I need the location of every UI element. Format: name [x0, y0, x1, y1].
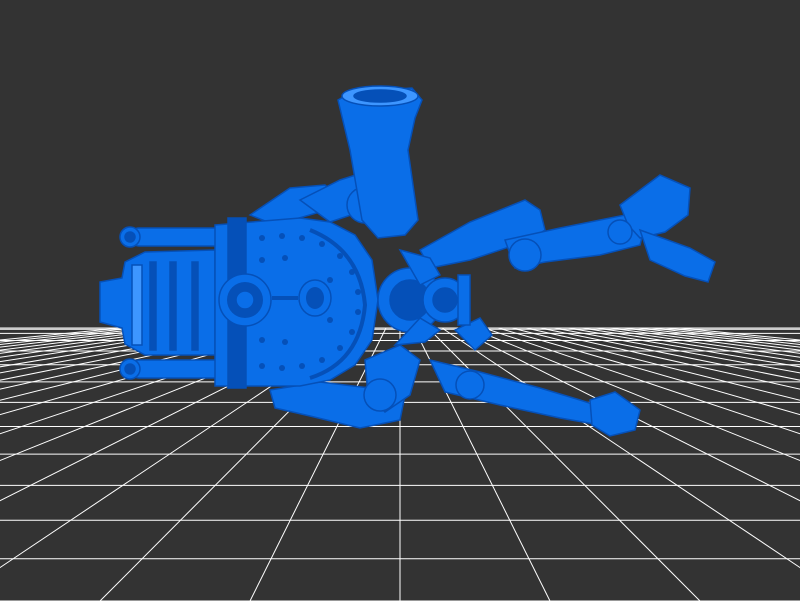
3d-viewport[interactable]	[0, 0, 800, 601]
rivet	[279, 233, 285, 239]
rivet	[282, 255, 288, 261]
rivet	[279, 365, 285, 371]
rivet	[355, 309, 361, 315]
rivet	[337, 253, 343, 259]
rivet	[355, 289, 361, 295]
rivet	[299, 235, 305, 241]
rivet	[299, 363, 305, 369]
rivet	[259, 235, 265, 241]
rivet	[327, 317, 333, 323]
rivet	[319, 357, 325, 363]
rivet	[337, 345, 343, 351]
rivet	[349, 269, 355, 275]
rivet	[259, 337, 265, 343]
render-canvas[interactable]	[0, 0, 800, 601]
rivet	[319, 241, 325, 247]
rivet	[349, 329, 355, 335]
rivet	[327, 277, 333, 283]
rivet	[282, 339, 288, 345]
rivet	[259, 363, 265, 369]
rivet	[259, 257, 265, 263]
